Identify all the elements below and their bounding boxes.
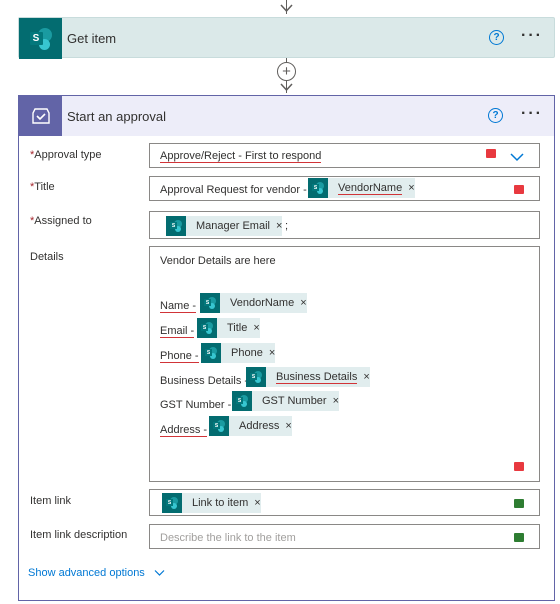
chevron-down-icon[interactable] — [510, 152, 524, 162]
sharepoint-icon: S — [200, 293, 220, 313]
approval-type-dropdown[interactable]: Approve/Reject - First to respond — [149, 143, 540, 168]
details-label: Details — [30, 251, 64, 263]
sharepoint-icon: S — [201, 343, 221, 363]
approval-card-header[interactable]: Start an approval ? ··· — [19, 96, 554, 136]
add-step-plus-icon[interactable]: + — [277, 62, 296, 81]
dynamic-content-token[interactable]: S Title × — [197, 318, 260, 338]
sharepoint-icon: S — [166, 216, 186, 236]
remove-token-icon[interactable]: × — [333, 395, 339, 407]
sharepoint-icon: S — [246, 367, 266, 387]
item-link-description-placeholder: Describe the link to the item — [160, 532, 296, 544]
chevron-down-icon — [154, 570, 165, 576]
approval-type-value: Approve/Reject - First to respond — [160, 150, 322, 163]
details-intro-text: Vendor Details are here — [160, 255, 276, 267]
details-line-label: GST Number - — [160, 399, 232, 411]
recipient-separator: ; — [285, 220, 289, 232]
sharepoint-icon: S — [162, 493, 182, 513]
help-icon[interactable]: ? — [489, 30, 504, 45]
dynamic-content-token[interactable]: S Phone × — [201, 343, 276, 363]
dynamic-content-token[interactable]: S GST Number × — [232, 391, 340, 411]
token-label: Title — [227, 322, 248, 334]
dynamic-content-token[interactable]: S Business Details × — [246, 367, 370, 387]
remove-token-icon[interactable]: × — [254, 497, 260, 509]
token-label: Business Details — [276, 370, 358, 384]
token-label: GST Number — [262, 395, 327, 407]
assigned-to-field[interactable]: S Manager Email × ; — [149, 211, 540, 239]
remove-token-icon[interactable]: × — [408, 182, 414, 194]
arrow-down-icon — [280, 83, 293, 91]
sharepoint-icon: S — [308, 178, 328, 198]
status-marker — [514, 499, 524, 508]
token-label: Link to item — [192, 497, 249, 509]
remove-token-icon[interactable]: × — [363, 371, 369, 383]
assigned-to-label: *Assigned to — [30, 215, 92, 227]
item-link-field[interactable]: S Link to item × — [149, 489, 540, 516]
dynamic-content-token[interactable]: S Manager Email × — [166, 216, 283, 236]
error-marker — [514, 462, 524, 471]
remove-token-icon[interactable]: × — [269, 347, 275, 359]
title-field[interactable]: Approval Request for vendor - S VendorNa… — [149, 176, 540, 201]
remove-token-icon[interactable]: × — [285, 420, 291, 432]
help-icon[interactable]: ? — [488, 108, 503, 123]
sharepoint-icon: S — [197, 318, 217, 338]
dynamic-content-token[interactable]: S VendorName × — [308, 178, 415, 198]
sharepoint-icon: S — [19, 18, 62, 59]
details-line-label: Business Details - — [160, 375, 249, 387]
remove-token-icon[interactable]: × — [276, 220, 282, 232]
remove-token-icon[interactable]: × — [300, 297, 306, 309]
details-line-label: Address - — [160, 424, 208, 437]
sharepoint-icon: S — [209, 416, 229, 436]
dynamic-content-token[interactable]: S Link to item × — [162, 493, 261, 513]
get-item-title: Get item — [67, 31, 117, 46]
show-advanced-options-link[interactable]: Show advanced options — [28, 567, 165, 579]
status-marker — [514, 533, 524, 542]
get-item-action-card[interactable]: S Get item ? ··· — [18, 17, 555, 59]
error-marker — [514, 185, 524, 194]
sharepoint-icon: S — [232, 391, 252, 411]
item-link-label: Item link — [30, 495, 71, 507]
details-line-label: Name - — [160, 300, 197, 313]
more-options-icon[interactable]: ··· — [521, 27, 543, 45]
title-label: *Title — [30, 181, 55, 193]
remove-token-icon[interactable]: × — [253, 322, 259, 334]
dynamic-content-token[interactable]: S VendorName × — [200, 293, 307, 313]
approval-card-title: Start an approval — [67, 109, 167, 124]
token-label: VendorName — [230, 297, 295, 309]
details-line-label: Email - — [160, 325, 195, 338]
details-line-label: Phone - — [160, 350, 199, 363]
item-link-description-label: Item link description — [30, 529, 128, 541]
error-marker — [486, 149, 496, 158]
token-label: Phone — [231, 347, 263, 359]
token-label: VendorName — [338, 181, 403, 195]
more-options-icon[interactable]: ··· — [521, 105, 543, 123]
title-static-text: Approval Request for vendor - — [160, 184, 307, 196]
start-approval-action-card: Start an approval ? ··· *Approval type A… — [18, 95, 555, 601]
approval-type-label: *Approval type — [30, 149, 102, 161]
dynamic-content-token[interactable]: S Address × — [209, 416, 292, 436]
details-textarea[interactable]: Vendor Details are here Name - S VendorN… — [149, 246, 540, 482]
item-link-description-input[interactable]: Describe the link to the item — [149, 524, 540, 549]
arrow-down-icon — [280, 4, 293, 12]
approvals-icon — [19, 96, 62, 136]
token-label: Address — [239, 420, 280, 432]
token-label: Manager Email — [196, 220, 270, 232]
